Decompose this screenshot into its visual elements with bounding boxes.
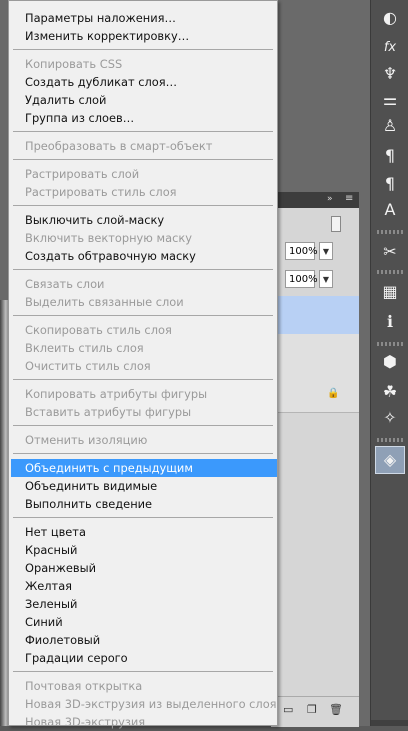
dock-group-grip[interactable] [377, 342, 403, 346]
dock-group-grip[interactable] [377, 230, 403, 234]
menu-separator [13, 205, 273, 206]
menu-item-flatten-image[interactable]: Выполнить сведение [9, 495, 277, 513]
menu-item-edit-adjustment[interactable]: Изменить корректировку… [9, 27, 277, 45]
styles-fx-icon[interactable]: fx [377, 36, 403, 60]
layer-context-menu: Параметры наложения… Изменить корректиро… [8, 0, 278, 729]
menu-item-3d-extrusion: Новая 3D-экструзия [25, 715, 146, 729]
brush-icon[interactable]: ⚌ [377, 88, 403, 112]
dock-group-grip[interactable] [377, 270, 403, 274]
menu-item-disable-layer-mask[interactable]: Выключить слой-маску [9, 211, 277, 229]
layers-icon[interactable]: ◈ [377, 448, 403, 472]
menu-separator [13, 315, 273, 316]
menu-item-convert-smart-object: Преобразовать в смарт-объект [25, 139, 213, 153]
panel-scroll-handle[interactable] [331, 216, 341, 232]
menu-separator [13, 453, 273, 454]
dock-bottom-edge [371, 720, 408, 726]
paths-icon[interactable]: ✧ [377, 406, 403, 430]
clone-source-icon[interactable]: ♙ [377, 114, 403, 138]
menu-separator [13, 159, 273, 160]
info-icon[interactable]: ℹ [377, 310, 403, 334]
menu-item-paste-layer-style: Вклеить стиль слоя [25, 341, 144, 355]
dock-group-grip[interactable] [377, 438, 403, 442]
menu-item-paste-shape-attributes: Вставить атрибуты фигуры [25, 405, 192, 419]
character-styles-icon[interactable]: A [377, 198, 403, 222]
opacity-dropdown-icon[interactable]: ▼ [319, 242, 333, 260]
menu-item-color-orange[interactable]: Оранжевый [9, 559, 277, 577]
lock-icon: 🔒 [327, 388, 340, 399]
menu-item-rasterize-layer: Растрировать слой [25, 167, 140, 181]
layers-panel-footer: ▭ ❐ 🗑 [271, 696, 359, 727]
tools-icon[interactable]: ✂ [377, 240, 403, 264]
new-group-icon[interactable]: ▭ [283, 703, 293, 716]
new-layer-icon[interactable]: ❐ [307, 703, 317, 716]
brush-presets-icon[interactable]: ♆ [377, 62, 403, 86]
menu-item-color-violet[interactable]: Фиолетовый [9, 631, 277, 649]
menu-item-color-red[interactable]: Красный [9, 541, 277, 559]
menu-item-merge-visible[interactable]: Объединить видимые [9, 477, 277, 495]
3d-icon[interactable]: ⬢ [377, 350, 403, 374]
layer-row-background[interactable] [271, 372, 359, 413]
collapse-panel-icon[interactable]: » [327, 194, 333, 204]
channels-icon[interactable]: ▦ [377, 280, 403, 304]
adjustments-icon[interactable]: ◐ [377, 6, 403, 30]
menu-item-enable-vector-mask: Включить векторную маску [25, 231, 192, 245]
menu-separator [13, 131, 273, 132]
menu-item-blending-options[interactable]: Параметры наложения… [9, 9, 277, 27]
menu-item-color-gray[interactable]: Градации серого [9, 649, 277, 667]
menu-item-color-yellow[interactable]: Желтая [9, 577, 277, 595]
menu-item-copy-css: Копировать CSS [25, 57, 123, 71]
layers-panel: » ≡ 100% ▼ 100% ▼ 🔒 ▭ ❐ 🗑 [270, 192, 359, 727]
fill-input[interactable]: 100% [285, 270, 318, 288]
menu-item-3d-extrusion-selected: Новая 3D-экструзия из выделенного слоя [25, 697, 277, 711]
delete-layer-icon[interactable]: 🗑 [329, 703, 343, 716]
menu-item-delete-layer[interactable]: Удалить слой [9, 91, 277, 109]
menu-item-release-isolation: Отменить изоляцию [25, 433, 148, 447]
menu-item-color-green[interactable]: Зеленый [9, 595, 277, 613]
menu-item-create-clipping-mask[interactable]: Создать обтравочную маску [9, 247, 277, 265]
materials-icon[interactable]: ☘ [377, 380, 403, 404]
menu-separator [13, 671, 273, 672]
layer-row[interactable] [271, 334, 359, 373]
menu-item-select-linked: Выделить связанные слои [25, 295, 184, 309]
menu-item-postcard: Почтовая открытка [25, 679, 143, 693]
menu-item-color-blue[interactable]: Синий [9, 613, 277, 631]
panel-dock: ◐ fx ♆ ⚌ ♙ ¶ ¶ A ✂ ▦ ℹ ⬢ ☘ ✧ ◈ [370, 0, 408, 726]
layers-panel-header: » ≡ [271, 192, 359, 208]
menu-separator [13, 425, 273, 426]
menu-item-duplicate-layer[interactable]: Создать дубликат слоя… [9, 73, 277, 91]
menu-item-merge-down[interactable]: Объединить с предыдущим [11, 459, 277, 477]
layer-row-selected[interactable] [271, 296, 359, 334]
menu-item-group-from-layers[interactable]: Группа из слоев… [9, 109, 277, 127]
menu-item-color-none[interactable]: Нет цвета [9, 523, 277, 541]
paragraph-styles-icon[interactable]: ¶ [377, 172, 403, 196]
panel-menu-icon[interactable]: ≡ [345, 193, 353, 204]
paragraph-icon[interactable]: ¶ [377, 144, 403, 168]
menu-separator [13, 379, 273, 380]
menu-separator [13, 269, 273, 270]
menu-item-copy-shape-attributes: Копировать атрибуты фигуры [25, 387, 208, 401]
menu-separator [13, 49, 273, 50]
fill-dropdown-icon[interactable]: ▼ [319, 270, 333, 288]
menu-item-rasterize-style: Растрировать стиль слоя [25, 185, 177, 199]
menu-item-link-layers: Связать слои [25, 277, 105, 291]
menu-item-copy-layer-style: Скопировать стиль слоя [25, 323, 172, 337]
menu-item-clear-layer-style: Очистить стиль слоя [25, 359, 151, 373]
opacity-input[interactable]: 100% [285, 242, 318, 260]
menu-separator [13, 517, 273, 518]
